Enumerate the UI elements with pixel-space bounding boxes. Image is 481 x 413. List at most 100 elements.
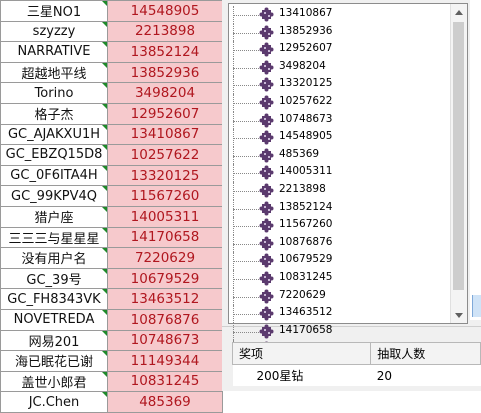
puzzle-icon: [259, 201, 274, 216]
id-list-popup[interactable]: 13410867 13852936 12952607 3498204 13320125 1…: [228, 3, 468, 358]
window-edge: [470, 0, 481, 320]
table-row[interactable]: 200星钻 20: [232, 364, 481, 386]
player-id-cell[interactable]: 12952607: [107, 102, 223, 125]
player-id-cell[interactable]: 7220629: [107, 247, 223, 269]
player-name-cell[interactable]: 网易201: [0, 329, 108, 352]
scrollbar[interactable]: [450, 4, 467, 323]
spreadsheet: 三星NO1 14548905 szyzzy 2213898 NARRATIVE 13852…: [0, 0, 223, 413]
player-id-cell[interactable]: 485369: [107, 391, 223, 413]
player-id-cell[interactable]: 2213898: [107, 20, 223, 43]
tree-line: [233, 243, 261, 245]
arrow-down-icon[interactable]: [451, 307, 467, 323]
table-row[interactable]: szyzzy 2213898: [0, 20, 223, 43]
list-item[interactable]: 12952607: [229, 41, 451, 59]
puzzle-icon: [259, 25, 274, 40]
player-name-cell[interactable]: GC_99KPV4Q: [0, 185, 108, 207]
player-id-cell[interactable]: 11567260: [107, 185, 223, 207]
table-row[interactable]: 猎户座 14005311: [0, 205, 223, 228]
column-header-count[interactable]: 抽取人数: [370, 342, 481, 365]
list-item[interactable]: 7220629: [229, 287, 451, 306]
table-row[interactable]: Torino 3498204: [0, 82, 223, 104]
list-item[interactable]: 13410867: [229, 6, 451, 24]
puzzle-icon: [259, 7, 274, 22]
table-row[interactable]: 盖世小郎君 10831245: [0, 370, 223, 393]
table-row[interactable]: GC_EBZQ15D8 10257622: [0, 144, 223, 166]
player-id-cell[interactable]: 10876876: [107, 308, 223, 331]
prize-table: 奖项 抽取人数 200星钻 20: [231, 342, 481, 386]
table-row[interactable]: GC_39号 10679529: [0, 267, 223, 290]
list-item[interactable]: 14005311: [229, 164, 451, 182]
player-name-cell[interactable]: 三三三与星星星: [0, 226, 108, 249]
player-id-cell[interactable]: 13410867: [107, 123, 223, 146]
tree-line: [233, 120, 261, 122]
arrow-up-icon[interactable]: [451, 4, 467, 20]
player-id-cell[interactable]: 10748673: [107, 329, 223, 352]
list-item[interactable]: 13852124: [229, 199, 451, 218]
player-id-cell[interactable]: 3498204: [107, 82, 223, 104]
player-name-cell[interactable]: GC_FH8343VK: [0, 288, 108, 310]
list-item-label: 13852936: [279, 24, 333, 37]
player-name-cell[interactable]: 没有用户名: [0, 247, 108, 269]
table-row[interactable]: 网易201 10748673: [0, 329, 223, 352]
list-item[interactable]: 13463512: [229, 305, 451, 323]
player-id-cell[interactable]: 13320125: [107, 164, 223, 187]
list-item[interactable]: 10679529: [229, 252, 451, 270]
player-name-cell[interactable]: GC_39号: [0, 267, 108, 290]
list-item[interactable]: 10257622: [229, 93, 451, 112]
list-item[interactable]: 13852936: [229, 23, 451, 42]
table-row[interactable]: GC_99KPV4Q 11567260: [0, 185, 223, 207]
player-name-cell[interactable]: GC_AJAKXU1H: [0, 123, 108, 146]
list-item[interactable]: 14170658: [229, 322, 451, 341]
player-name-cell[interactable]: GC_EBZQ15D8: [0, 144, 108, 166]
tree-line: [233, 85, 261, 87]
table-row[interactable]: 海已眠花已谢 11149344: [0, 350, 223, 372]
player-id-cell[interactable]: 11149344: [107, 350, 223, 372]
table-row[interactable]: GC_FH8343VK 13463512: [0, 288, 223, 310]
player-id-cell[interactable]: 10831245: [107, 370, 223, 393]
table-row[interactable]: 没有用户名 7220629: [0, 247, 223, 269]
player-id-cell[interactable]: 13852124: [107, 41, 223, 63]
table-row[interactable]: 三三三与星星星 14170658: [0, 226, 223, 249]
table-row[interactable]: NOVETREDA 10876876: [0, 308, 223, 331]
player-name-cell[interactable]: NARRATIVE: [0, 41, 108, 63]
puzzle-icon: [259, 95, 274, 110]
list-item[interactable]: 10876876: [229, 234, 451, 253]
player-name-cell[interactable]: JC.Chen: [0, 391, 108, 413]
player-name-cell[interactable]: szyzzy: [0, 20, 108, 43]
player-name-cell[interactable]: 海已眠花已谢: [0, 350, 108, 372]
table-row[interactable]: JC.Chen 485369: [0, 391, 223, 413]
player-id-cell[interactable]: 14005311: [107, 205, 223, 228]
player-id-cell[interactable]: 14548905: [107, 0, 223, 22]
window-edge-button[interactable]: [472, 295, 481, 317]
scrollbar-thumb[interactable]: [453, 22, 464, 290]
list-item[interactable]: 14548905: [229, 129, 451, 147]
table-row[interactable]: NARRATIVE 13852124: [0, 41, 223, 63]
table-row[interactable]: GC_0F6ITA4H 13320125: [0, 164, 223, 187]
player-id-cell[interactable]: 14170658: [107, 226, 223, 249]
table-row[interactable]: 三星NO1 14548905: [0, 0, 223, 22]
player-name-cell[interactable]: NOVETREDA: [0, 308, 108, 331]
table-row[interactable]: 格子杰 12952607: [0, 102, 223, 125]
player-name-cell[interactable]: 猎户座: [0, 205, 108, 228]
player-id-cell[interactable]: 13463512: [107, 288, 223, 310]
player-name-cell[interactable]: GC_0F6ITA4H: [0, 164, 108, 187]
player-name-cell[interactable]: 三星NO1: [0, 0, 108, 22]
list-item[interactable]: 11567260: [229, 217, 451, 235]
player-name-cell[interactable]: 格子杰: [0, 102, 108, 125]
player-id-cell[interactable]: 10257622: [107, 144, 223, 166]
list-item[interactable]: 3498204: [229, 58, 451, 77]
player-name-cell[interactable]: Torino: [0, 82, 108, 104]
list-item[interactable]: 485369: [229, 146, 451, 165]
list-item[interactable]: 10748673: [229, 111, 451, 130]
column-header-prize[interactable]: 奖项: [231, 342, 372, 365]
list-item[interactable]: 2213898: [229, 181, 451, 200]
table-row[interactable]: 超越地平线 13852936: [0, 61, 223, 84]
list-item[interactable]: 13320125: [229, 76, 451, 94]
player-id-cell[interactable]: 10679529: [107, 267, 223, 290]
tree-line: [233, 190, 261, 192]
list-item[interactable]: 10831245: [229, 269, 451, 288]
table-row[interactable]: GC_AJAKXU1H 13410867: [0, 123, 223, 146]
player-name-cell[interactable]: 超越地平线: [0, 61, 108, 84]
player-id-cell[interactable]: 13852936: [107, 61, 223, 84]
player-name-cell[interactable]: 盖世小郎君: [0, 370, 108, 393]
